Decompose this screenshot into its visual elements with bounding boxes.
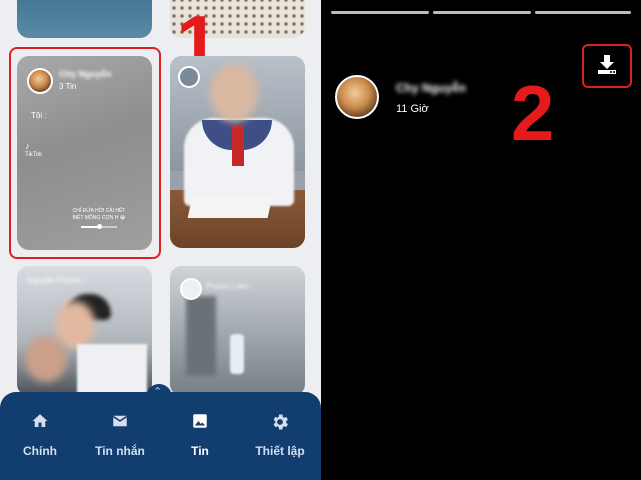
story-list-screen: Chy Nguyễn 3 Tin Tôi : ♪ TikTok CHỈ ĐỨA … — [0, 0, 321, 480]
gear-icon — [240, 412, 320, 438]
bottom-nav: ⌃ Chính Tin nhắn Tin Thiết lập — [0, 384, 321, 480]
nav-item-chinh[interactable]: Chính — [0, 412, 80, 472]
nav-label: Thiết lập — [255, 444, 305, 458]
annotation-highlight-box — [9, 47, 161, 259]
image-icon — [160, 412, 240, 438]
story-author-name: Nguyễn Phước... — [27, 276, 88, 285]
nav-item-tin-nhan[interactable]: Tin nhắn — [80, 412, 160, 472]
nav-label: Chính — [23, 444, 57, 458]
story-time: 11 Giờ — [396, 103, 429, 115]
story-viewer-screen: Chy Nguyễn 11 Giờ 2 — [321, 0, 641, 480]
download-icon — [598, 55, 616, 74]
nav-item-tin[interactable]: Tin — [160, 412, 240, 472]
story-progress-segment — [331, 11, 429, 14]
nav-label: Tin nhắn — [95, 444, 145, 458]
avatar — [180, 278, 202, 300]
avatar — [178, 66, 200, 88]
story-progress-segment — [535, 11, 631, 14]
story-card-partial[interactable] — [17, 0, 152, 38]
story-progress-segment — [433, 11, 531, 14]
home-icon — [0, 412, 80, 438]
annotation-step-2: 2 — [511, 69, 555, 157]
story-card-room[interactable]: Phước Lâm... — [170, 266, 305, 396]
nav-label: Tin — [191, 444, 209, 458]
story-card-class[interactable]: Nguyễn Phước... — [17, 266, 152, 396]
story-author-name: Phước Lâm... — [206, 282, 255, 291]
avatar[interactable] — [335, 75, 379, 119]
story-author-name[interactable]: Chy Nguyễn — [396, 81, 466, 95]
story-card-student[interactable] — [170, 56, 305, 248]
nav-expand-handle[interactable]: ⌃ — [146, 384, 172, 398]
mail-icon — [80, 412, 160, 438]
chevron-up-icon: ⌃ — [153, 386, 163, 398]
nav-item-thiet-lap[interactable]: Thiết lập — [240, 412, 320, 472]
download-button[interactable] — [582, 44, 632, 88]
